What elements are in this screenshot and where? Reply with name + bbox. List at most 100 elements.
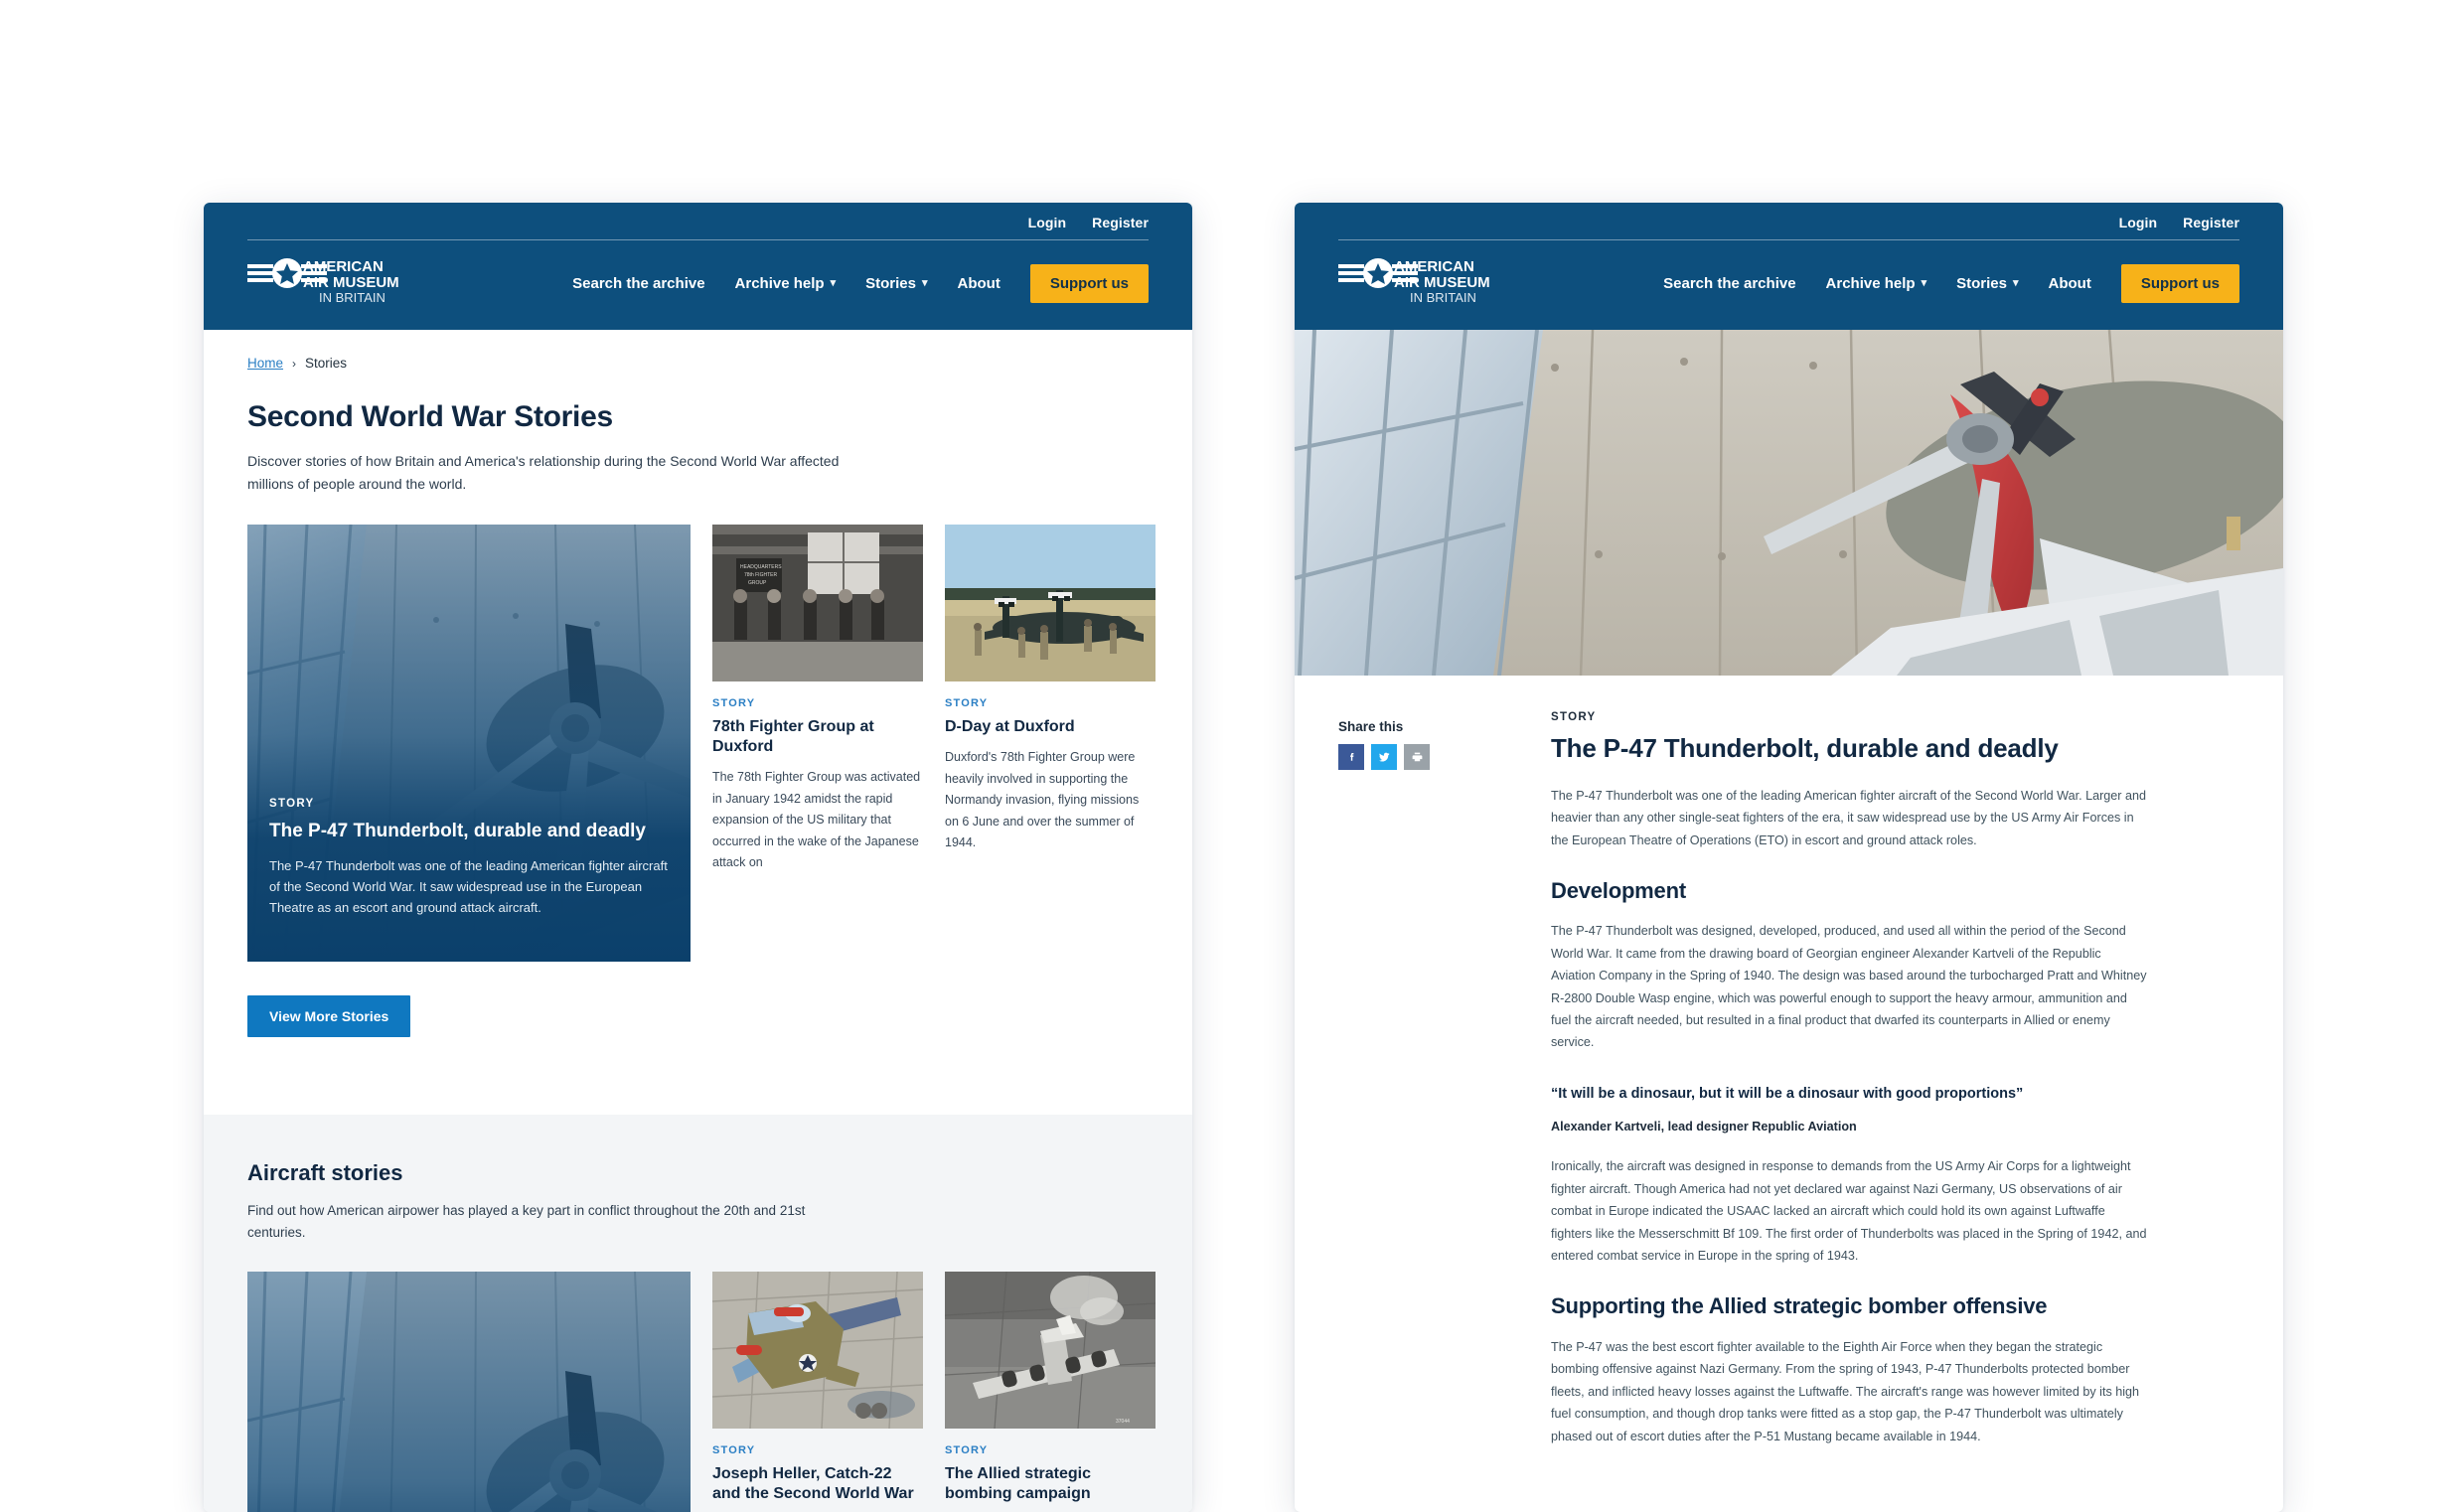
site-logo[interactable]: AMERICAN AIR MUSEUM IN BRITAIN [1338,256,1507,310]
page-title: Second World War Stories [247,400,613,433]
story-card-78th-fighter-group[interactable]: HEADQUARTERS 78th FIGHTER GROUP STORY 78… [712,525,923,874]
breadcrumb: Home › Stories [247,356,1149,371]
twitter-share-icon[interactable] [1371,744,1397,770]
svg-text:GROUP: GROUP [748,580,767,586]
share-sidebar: Share this [1338,711,1515,1469]
chevron-down-icon: ▾ [921,276,928,289]
aircraft-section-intro: Find out how American airpower has playe… [247,1203,806,1241]
story-card-kicker: STORY [945,697,989,710]
article-section-heading-development: Development [1551,877,1686,903]
story-card-kicker: STORY [945,1444,989,1457]
article-content: STORY The P-47 Thunderbolt, durable and … [1551,711,2147,1469]
support-us-button[interactable]: Support us [2120,263,2239,303]
aircraft-feature-story-card[interactable]: STORY The P-47 Thunderbolt, durable and … [247,1272,691,1512]
screenshot-canvas: Login Register AMERICAN AIR MUSEUM IN BR… [0,0,2464,1512]
article-paragraph-development: The P-47 Thunderbolt was designed, devel… [1551,924,2147,1050]
nav-stories[interactable]: Stories ▾ [865,275,927,292]
feature-card-overlay [247,1272,691,1512]
p47-red-cowling-hero-illustration [1295,330,2283,676]
brand-line-2: AIR MUSEUM [303,274,399,291]
nav-archive-help[interactable]: Archive help ▾ [1826,275,1927,292]
brand-row-left: AMERICAN AIR MUSEUM IN BRITAIN Search th… [204,240,1192,330]
main-nav-right: Search the archive Archive help ▾ Storie… [1663,263,2239,303]
support-us-button[interactable]: Support us [1029,263,1149,303]
svg-text:IN BRITAIN: IN BRITAIN [1410,290,1476,305]
article-body-wrap: Share this STORY The P-47 Thunderbolt, d… [1295,676,2283,1469]
breadcrumb-home-link[interactable]: Home [247,356,283,371]
nav-label: Search the archive [1663,274,1796,292]
chevron-down-icon: ▾ [830,276,837,289]
story-card-title: D-Day at Duxford [945,718,1075,736]
page-intro: Discover stories of how Britain and Amer… [247,453,840,492]
feature-card-description: The P-47 Thunderbolt was one of the lead… [269,858,668,916]
brand-row-right: AMERICAN AIR MUSEUM IN BRITAIN Search th… [1295,240,2283,330]
b17-bomber-over-target-illustration: 37044 [945,1272,1155,1430]
article-paragraph-bomber-offensive: The P-47 was the best escort fighter ava… [1551,1339,2140,1443]
air-museum-roundel-logo-icon: AMERICAN AIR MUSEUM IN BRITAIN [247,258,399,305]
story-card-allied-strategic-bombing[interactable]: 37044 STORY The Allied strategic bombing… [945,1272,1155,1512]
register-link[interactable]: Register [2183,215,2239,230]
aircraft-card-grid: STORY The P-47 Thunderbolt, durable and … [247,1272,1155,1512]
nav-about[interactable]: About [2049,275,2091,292]
feature-card-kicker: STORY [269,798,315,811]
chevron-down-icon: ▾ [1921,276,1927,289]
nav-label: Search the archive [572,274,705,292]
p47-airfield-colour-illustration [945,525,1155,682]
nav-label: Stories [865,274,916,292]
story-card-thumbnail [945,525,1155,682]
story-card-thumbnail: HEADQUARTERS 78th FIGHTER GROUP [712,525,923,682]
utility-nav-left: Login Register [204,203,1192,239]
login-link[interactable]: Login [1028,215,1067,230]
twitter-bird-icon [1379,752,1390,762]
facebook-icon [1349,752,1353,761]
78th-fighter-group-photo-illustration: HEADQUARTERS 78th FIGHTER GROUP [712,525,923,682]
nav-about[interactable]: About [958,275,1001,292]
story-card-d-day-at-duxford[interactable]: STORY D-Day at Duxford Duxford's 78th Fi… [945,525,1155,854]
story-card-thumbnail: 37044 [945,1272,1155,1430]
facebook-share-icon[interactable] [1338,744,1364,770]
story-card-kicker: STORY [712,697,756,710]
article-intro-paragraph: The P-47 Thunderbolt was one of the lead… [1551,788,2147,847]
login-link[interactable]: Login [2119,215,2158,230]
article-title: The P-47 Thunderbolt, durable and deadly [1551,733,2059,763]
view-more-stories-button[interactable]: View More Stories [247,995,411,1038]
svg-text:HEADQUARTERS: HEADQUARTERS [740,564,782,570]
nav-label: Archive help [734,274,825,292]
printer-icon [1412,752,1422,761]
nav-label: Archive help [1825,274,1916,292]
nav-search-the-archive[interactable]: Search the archive [1663,275,1795,292]
breadcrumb-current: Stories [305,356,348,371]
story-card-joseph-heller[interactable]: STORY Joseph Heller, Catch-22 and the Se… [712,1272,923,1512]
feature-card-text: STORY The P-47 Thunderbolt, durable and … [247,798,691,918]
story-card-kicker: STORY [712,1444,756,1457]
aircraft-stories-section: Aircraft stories Find out how American a… [204,1115,1192,1512]
chevron-down-icon: ▾ [2012,276,2019,289]
svg-text:78th FIGHTER: 78th FIGHTER [744,572,777,578]
story-card-title: 78th Fighter Group at Duxford [712,718,874,756]
brand-line-1: AMERICAN [303,258,384,275]
browser-panel-article: Login Register AMERICAN AIR MUSEUM IN BR… [1295,203,2283,1512]
article-kicker: STORY [1551,711,1597,723]
register-link[interactable]: Register [1092,215,1149,230]
feature-story-card[interactable]: STORY The P-47 Thunderbolt, durable and … [247,525,691,963]
air-museum-roundel-logo-icon: AMERICAN AIR MUSEUM IN BRITAIN [1338,258,1490,305]
aircraft-section-title: Aircraft stories [247,1160,403,1186]
article-paragraph-ironically: Ironically, the aircraft was designed in… [1551,1159,2147,1264]
nav-search-the-archive[interactable]: Search the archive [572,275,704,292]
article-quote-attribution: Alexander Kartveli, lead designer Republ… [1551,1120,1857,1134]
nav-label: About [2048,274,2091,292]
nav-label: Stories [1956,274,2007,292]
print-share-icon[interactable] [1404,744,1430,770]
nav-archive-help[interactable]: Archive help ▾ [735,275,837,292]
story-card-description: Duxford's 78th Fighter Group were heavil… [945,750,1140,850]
stories-page-content: Home › Stories Second World War Stories … [204,330,1192,1077]
browser-panel-stories-listing: Login Register AMERICAN AIR MUSEUM IN BR… [204,203,1192,1512]
breadcrumb-separator-icon: › [292,356,297,371]
site-header-left: Login Register AMERICAN AIR MUSEUM IN BR… [204,203,1192,330]
main-nav-left: Search the archive Archive help ▾ Storie… [572,263,1149,303]
share-label: Share this [1338,719,1404,734]
site-logo[interactable]: AMERICAN AIR MUSEUM IN BRITAIN [247,256,416,310]
nav-stories[interactable]: Stories ▾ [1956,275,2018,292]
svg-text:AMERICAN: AMERICAN [1394,258,1474,275]
